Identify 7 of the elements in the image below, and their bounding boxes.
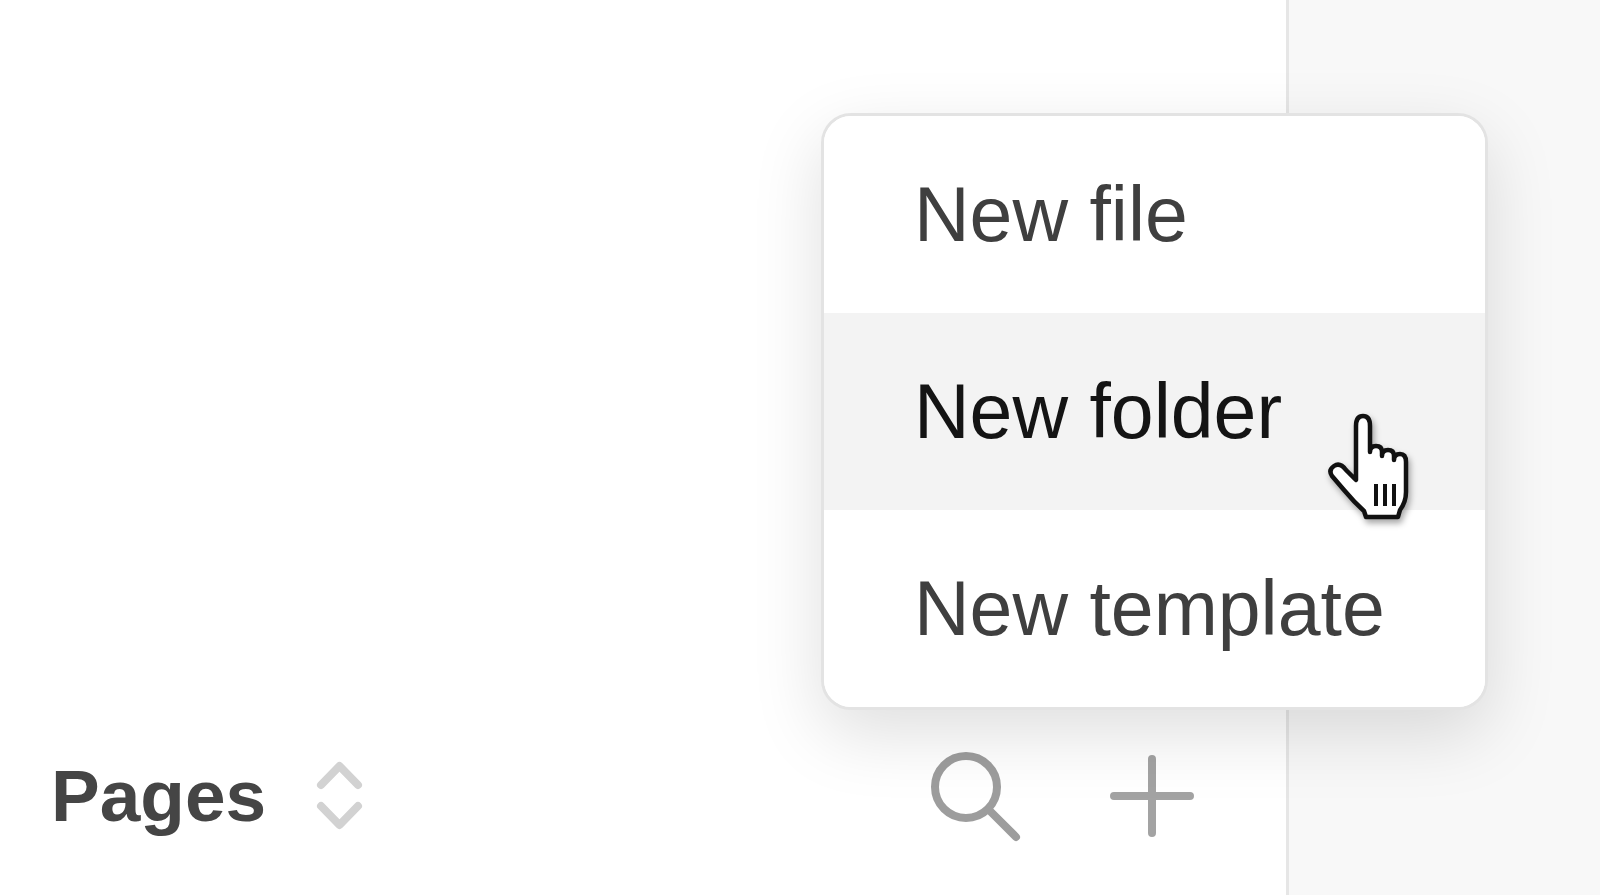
- pages-dropdown[interactable]: Pages: [51, 755, 364, 837]
- menu-item[interactable]: New file: [824, 116, 1485, 313]
- add-button[interactable]: [1110, 755, 1194, 837]
- plus-icon: [1110, 755, 1194, 837]
- menu-item[interactable]: New template: [824, 510, 1485, 707]
- search-button[interactable]: [930, 750, 1022, 842]
- search-icon: [930, 750, 1022, 842]
